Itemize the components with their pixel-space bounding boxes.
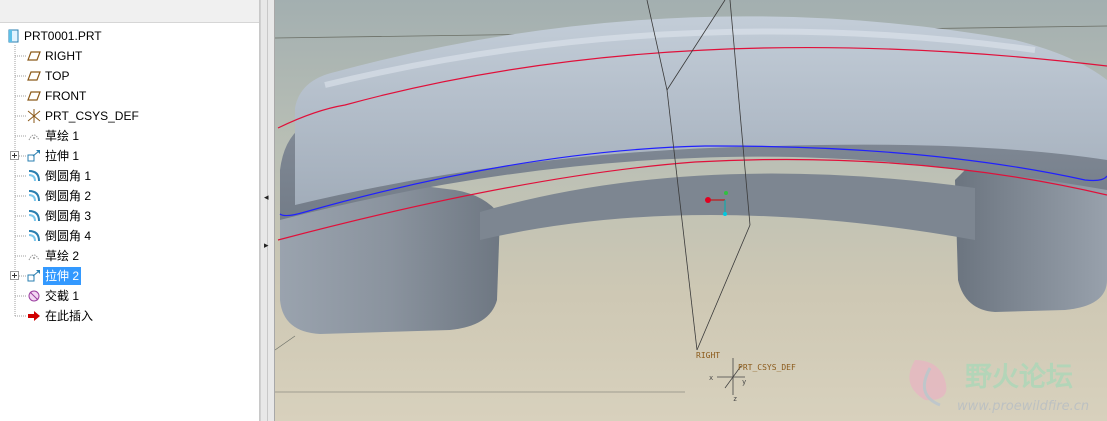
sketch-icon — [28, 134, 40, 141]
datum-right-label: RIGHT — [696, 351, 720, 360]
tree-root-label: PRT0001.PRT — [24, 29, 102, 43]
round-icon — [28, 170, 40, 182]
extrude-icon — [27, 150, 40, 162]
datum-plane-icon — [27, 51, 41, 61]
graphics-viewport[interactable]: RIGHT PRT_CSYS_DEF x y z 野火论坛 www.proewi… — [275, 0, 1107, 421]
collapse-left-icon[interactable]: ◂ — [264, 192, 269, 202]
datum-plane-icon — [27, 71, 41, 81]
watermark-url: www.proewildfire.cn — [957, 399, 1089, 414]
csys-icon — [27, 109, 41, 123]
expand-icon[interactable] — [10, 151, 19, 160]
tree-item-label-selected: 拉伸 2 — [43, 267, 82, 285]
round-icon — [28, 210, 40, 222]
tree-item-label: 倒圆角 4 — [45, 229, 92, 243]
expand-right-icon[interactable]: ▸ — [264, 240, 269, 250]
model-scene: RIGHT PRT_CSYS_DEF x y z 野火论坛 www.proewi… — [275, 0, 1107, 421]
csys-label: PRT_CSYS_DEF — [738, 363, 796, 372]
splitter-bar — [267, 0, 268, 421]
datum-plane-icon — [27, 91, 41, 101]
part-icon — [8, 29, 19, 43]
tree-item-label: 倒圆角 3 — [45, 209, 92, 223]
axis-x-label: x — [709, 374, 713, 382]
tree-item-label: PRT_CSYS_DEF — [45, 109, 139, 123]
axis-y-label: y — [742, 378, 746, 386]
tree-item-label: 拉伸 1 — [45, 149, 80, 163]
tree-item-label: FRONT — [45, 89, 87, 103]
axis-z-label: z — [733, 395, 737, 403]
tree-item-label: 草绘 2 — [45, 249, 80, 263]
tree-item-label: 倒圆角 1 — [45, 169, 92, 183]
watermark-title: 野火论坛 — [965, 362, 1073, 393]
model-tree-panel: PRT0001.PRT RIGHT TOP FRONT PRT_CSYS_DEF — [0, 0, 260, 421]
panel-splitter[interactable]: ◂ ▸ — [260, 0, 275, 421]
tree-item-label: 倒圆角 2 — [45, 189, 92, 203]
extrude-icon — [27, 270, 40, 282]
round-icon — [28, 230, 40, 242]
insert-arrow-icon — [28, 311, 40, 321]
tree-item-label: 草绘 1 — [45, 129, 80, 143]
intersect-icon — [28, 290, 40, 302]
tree-item-label: RIGHT — [45, 49, 83, 63]
tree-item-label: 在此插入 — [45, 309, 94, 323]
tree-item-label: TOP — [45, 69, 70, 83]
round-icon — [28, 190, 40, 202]
sketch-icon — [28, 254, 40, 261]
tree-item-label: 交截 1 — [45, 289, 80, 303]
expand-icon[interactable] — [10, 271, 19, 280]
